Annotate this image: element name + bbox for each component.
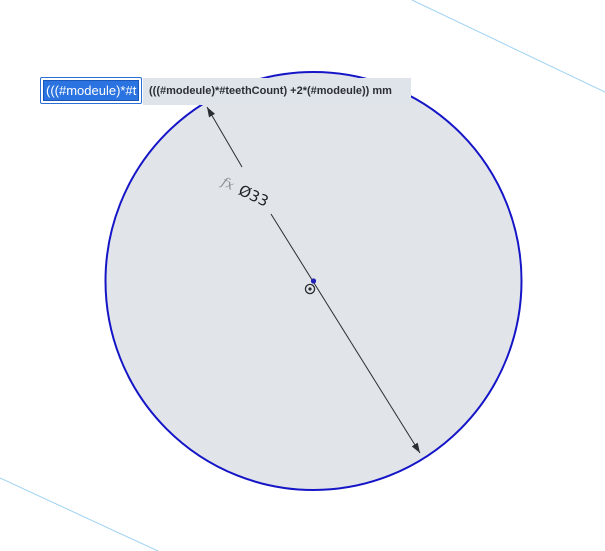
expression-input[interactable]: (((#modeule)*#t bbox=[43, 80, 139, 101]
expression-preview: (((#modeule)*#teethCount) +2*(#modeule))… bbox=[143, 78, 411, 105]
center-point-dot[interactable] bbox=[310, 278, 317, 284]
construction-line-bottom[interactable] bbox=[0, 477, 159, 551]
dimension-edit-field[interactable]: (((#modeule)*#t bbox=[40, 77, 142, 104]
center-marker-dot bbox=[308, 287, 312, 291]
construction-line-top[interactable] bbox=[411, 0, 605, 93]
